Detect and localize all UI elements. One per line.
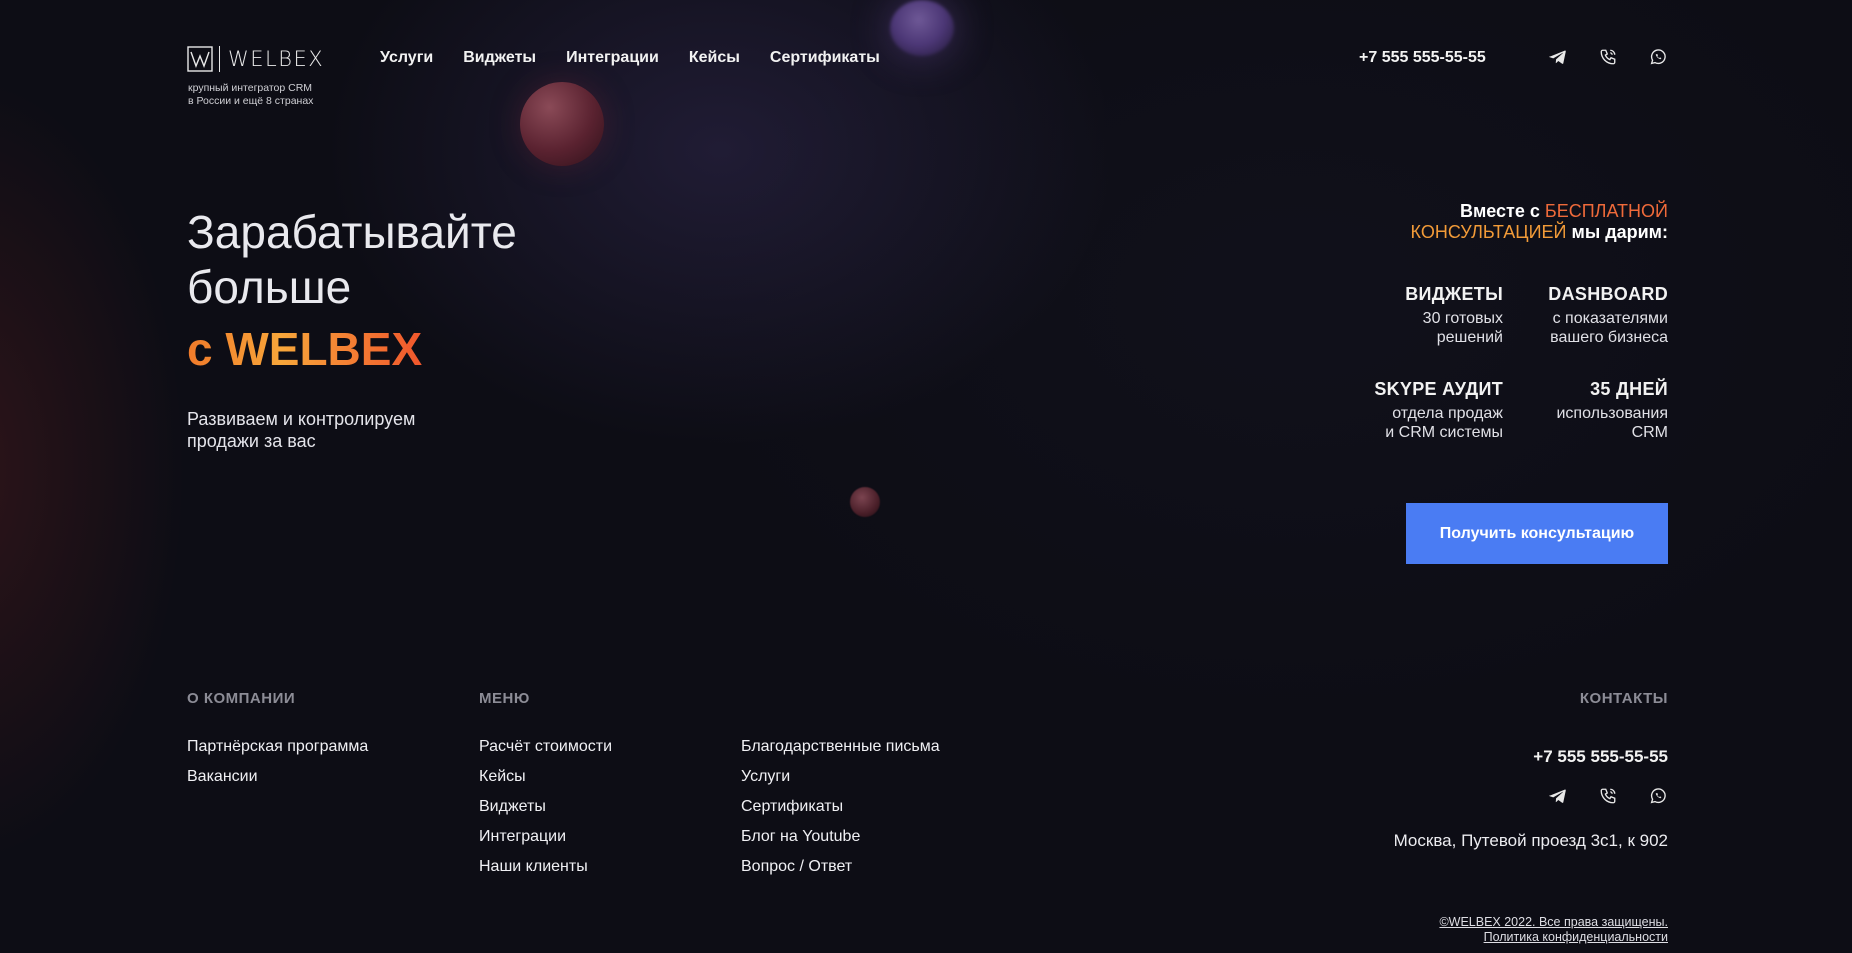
feature-description-line: отдела продаж xyxy=(1392,405,1503,422)
whatsapp-icon[interactable] xyxy=(1649,787,1667,805)
feature-35-days: 35 ДНЕЙ использования CRM xyxy=(1508,378,1668,442)
feature-skype-audit: SKYPE АУДИТ отдела продаж и CRM системы xyxy=(1323,378,1503,442)
feature-description-line: с показателями xyxy=(1552,310,1668,327)
hero-subtitle: Развиваем и контролируем продажи за вас xyxy=(187,408,487,452)
footer-link-certificates[interactable]: Сертификаты xyxy=(741,797,940,817)
feature-description-line: вашего бизнеса xyxy=(1550,329,1668,346)
feature-title: ВИДЖЕТЫ xyxy=(1405,284,1503,304)
header-messenger-icons xyxy=(1549,48,1667,66)
footer-link-integrations[interactable]: Интеграции xyxy=(479,827,612,847)
decorative-sphere xyxy=(520,82,604,166)
nav-item-integrations[interactable]: Интеграции xyxy=(566,48,659,68)
footer-messenger-icons xyxy=(1549,787,1667,805)
offer-heading: Вместе с БЕСПЛАТНОЙ КОНСУЛЬТАЦИЕЙ мы дар… xyxy=(1368,201,1668,243)
footer-link-cases[interactable]: Кейсы xyxy=(479,767,612,787)
offer-heading-highlight: КОНСУЛЬТАЦИЕЙ xyxy=(1410,222,1567,242)
feature-description-line: 30 готовых xyxy=(1422,310,1503,327)
offer-heading-text: мы дарим: xyxy=(1566,222,1669,242)
feature-description-line: CRM xyxy=(1631,424,1668,441)
telegram-icon[interactable] xyxy=(1549,787,1567,805)
footer-company-links: Партнёрская программа Вакансии xyxy=(187,737,368,797)
footer-link-vacancies[interactable]: Вакансии xyxy=(187,767,368,787)
feature-description-line: и CRM системы xyxy=(1385,424,1503,441)
footer-legal: ©WELBEX 2022. Все права защищены. Полити… xyxy=(1439,915,1668,945)
nav-item-widgets[interactable]: Виджеты xyxy=(463,48,536,68)
logo-link[interactable]: WELBEX xyxy=(187,46,324,72)
main-nav: Услуги Виджеты Интеграции Кейсы Сертифик… xyxy=(380,48,910,68)
footer-menu-links: Расчёт стоимости Кейсы Виджеты Интеграци… xyxy=(479,737,612,887)
footer-menu-links-secondary: Благодарственные письма Услуги Сертифика… xyxy=(741,737,940,887)
phone-icon[interactable] xyxy=(1599,787,1617,805)
copyright-link[interactable]: ©WELBEX 2022. Все права защищены. xyxy=(1439,915,1668,930)
feature-description-line: использования xyxy=(1556,405,1668,422)
nav-item-cases[interactable]: Кейсы xyxy=(689,48,740,68)
footer-company-heading: О КОМПАНИИ xyxy=(187,690,296,707)
footer-menu-heading: МЕНЮ xyxy=(479,690,530,707)
hero-title-line: больше xyxy=(187,261,352,313)
footer-contacts-heading: КОНТАКТЫ xyxy=(1579,690,1668,707)
phone-icon[interactable] xyxy=(1599,48,1617,66)
logo-mark-icon xyxy=(187,46,213,72)
whatsapp-icon[interactable] xyxy=(1649,48,1667,66)
feature-widgets: ВИДЖЕТЫ 30 готовых решений xyxy=(1343,283,1503,347)
feature-title: 35 ДНЕЙ xyxy=(1590,379,1668,399)
feature-title: SKYPE АУДИТ xyxy=(1374,379,1503,399)
logo-text: WELBEX xyxy=(228,47,325,71)
footer-phone-link[interactable]: +7 555 555-55-55 xyxy=(1533,747,1668,767)
footer-link-youtube-blog[interactable]: Блог на Youtube xyxy=(741,827,940,847)
feature-dashboard: DASHBOARD с показателями вашего бизнеса xyxy=(1508,283,1668,347)
nav-item-certificates[interactable]: Сертификаты xyxy=(770,48,880,68)
footer-link-faq[interactable]: Вопрос / Ответ xyxy=(741,857,940,877)
footer-link-clients[interactable]: Наши клиенты xyxy=(479,857,612,877)
telegram-icon[interactable] xyxy=(1549,48,1567,66)
logo-divider xyxy=(219,46,220,72)
feature-title: DASHBOARD xyxy=(1548,284,1668,304)
feature-description-line: решений xyxy=(1436,329,1503,346)
feature-description: использования CRM xyxy=(1508,404,1668,442)
hero-title: Зарабатывайте больше xyxy=(187,205,517,315)
nav-item-services[interactable]: Услуги xyxy=(380,48,433,68)
feature-description: отдела продаж и CRM системы xyxy=(1323,404,1503,442)
footer-link-pricing[interactable]: Расчёт стоимости xyxy=(479,737,612,757)
footer-link-thank-you-letters[interactable]: Благодарственные письма xyxy=(741,737,940,757)
header-phone-link[interactable]: +7 555 555-55-55 xyxy=(1359,48,1486,68)
hero-brand-line: с WELBEX xyxy=(187,323,423,375)
tagline-line: крупный интегратор CRM xyxy=(188,82,313,94)
footer-link-partner-program[interactable]: Партнёрская программа xyxy=(187,737,368,757)
offer-heading-text: Вместе с xyxy=(1459,201,1545,221)
feature-description: 30 готовых решений xyxy=(1343,309,1503,347)
feature-description: с показателями вашего бизнеса xyxy=(1508,309,1668,347)
tagline-line: в России и ещё 8 странах xyxy=(188,95,314,107)
hero-subtitle-line: продажи за вас xyxy=(187,431,316,451)
hero-subtitle-line: Развиваем и контролируем xyxy=(187,409,416,429)
footer-link-services[interactable]: Услуги xyxy=(741,767,940,787)
hero-title-line: Зарабатывайте xyxy=(187,206,517,258)
offer-heading-highlight: БЕСПЛАТНОЙ xyxy=(1544,201,1668,221)
privacy-policy-link[interactable]: Политика конфиденциальности xyxy=(1439,930,1668,945)
footer-link-widgets[interactable]: Виджеты xyxy=(479,797,612,817)
get-consultation-button[interactable]: Получить консультацию xyxy=(1406,503,1668,564)
footer-address: Москва, Путевой проезд 3с1, к 902 xyxy=(1393,831,1668,850)
logo-tagline: крупный интегратор CRM в России и ещё 8 … xyxy=(188,82,348,108)
decorative-sphere xyxy=(850,487,880,517)
